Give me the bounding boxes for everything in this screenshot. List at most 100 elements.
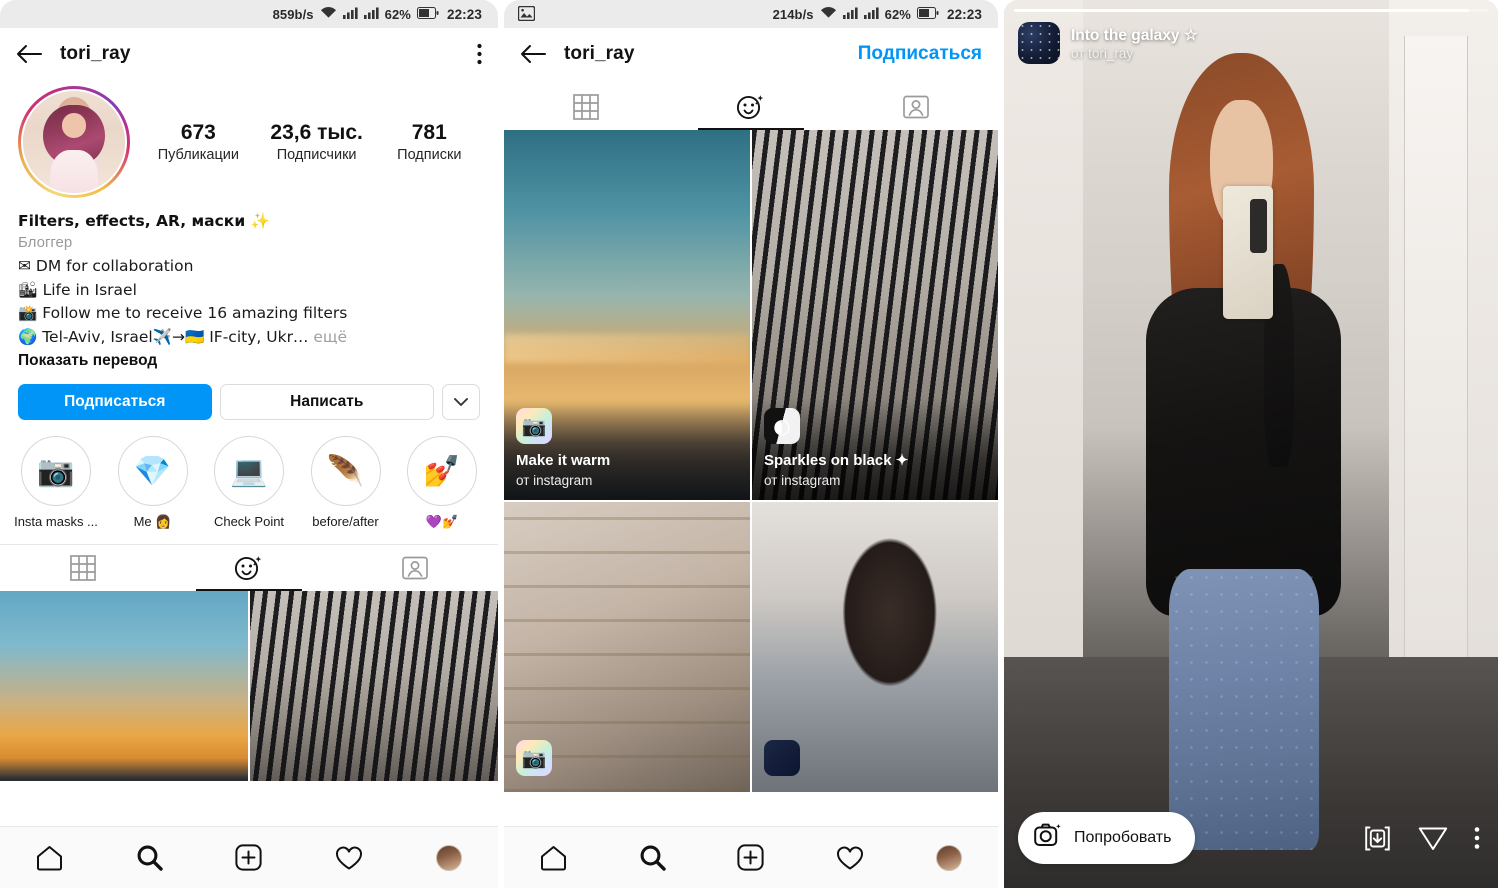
tab-grid[interactable] (0, 545, 166, 591)
tab-grid[interactable] (504, 84, 669, 130)
wifi-icon (320, 6, 337, 22)
signal-bars-icon-1 (342, 7, 358, 22)
subject-phone (1223, 186, 1274, 319)
avatar-face (61, 113, 87, 138)
status-bar-mid: 214b/s 62% 22:23 (504, 0, 998, 28)
profile-avatar[interactable] (936, 844, 963, 871)
stat-following-value: 781 (411, 121, 447, 145)
arrow-left-icon[interactable] (16, 43, 42, 65)
heart-icon[interactable] (335, 845, 363, 871)
highlight-item[interactable]: 📷 Insta masks ... (12, 436, 100, 530)
page-title: tori_ray (564, 43, 635, 64)
signal-bars-icon-2 (863, 7, 879, 22)
avatar[interactable] (18, 86, 130, 198)
tab-tagged[interactable] (833, 84, 998, 130)
chevron-down-icon[interactable] (442, 384, 480, 421)
profile-actions: Подписаться Написать (0, 370, 498, 421)
story-highlights: 📷 Insta masks ... 💎 Me 👩 💻 Check Point 🪶… (0, 420, 498, 530)
subject-top (1146, 287, 1342, 616)
tab-effects[interactable] (669, 84, 834, 130)
bottom-nav-left (0, 826, 498, 888)
effect-thumbnail-icon: 📷 (516, 740, 552, 776)
stat-followers-label: Подписчики (276, 146, 357, 163)
effect-thumbnail-icon: ◐ (764, 408, 800, 445)
profile-header: 673 Публикации 23,6 тыс. Подписчики 781 … (0, 80, 498, 198)
profile-tabs-left (0, 544, 498, 592)
highlight-item[interactable]: 🪶 before/after (302, 436, 390, 530)
effect-thumbnail-icon: 📷 (516, 408, 552, 445)
bio-line-2: 🏙 Life in Israel (18, 280, 137, 299)
effect-card-overlay: ◐ Sparkles on black ✦ от instagram (752, 398, 998, 500)
three-dots-vertical-icon[interactable] (477, 43, 482, 65)
highlight-label: Check Point (213, 514, 285, 530)
bio-line-4: 🌍 Tel-Aviv, Israel✈️→🇺🇦 IF-city, Ukr… ещ… (18, 326, 480, 350)
tab-tagged[interactable] (332, 545, 498, 591)
search-icon[interactable] (639, 844, 666, 871)
effect-card[interactable]: 📷 (504, 502, 750, 792)
home-icon[interactable] (36, 845, 63, 871)
save-icon[interactable] (1363, 825, 1392, 852)
phone-panel-profile: 859b/s 62% 22:23 tori_ray 673 Публикации… (0, 0, 498, 888)
tab-effects[interactable] (166, 545, 332, 592)
story-viewer[interactable]: Into the galaxy ☆ от tori_ray Попробоват… (1004, 0, 1498, 888)
avatar-image (21, 89, 127, 195)
search-icon[interactable] (136, 844, 163, 871)
profile-stats: 673 Публикации 23,6 тыс. Подписчики 781 … (130, 121, 480, 162)
battery-percent: 62% (384, 6, 411, 22)
highlight-label: 💜💅 (425, 514, 459, 530)
profile-avatar[interactable] (435, 844, 462, 871)
grid-cell[interactable] (250, 591, 498, 782)
bio-more-link[interactable]: ещё (308, 328, 347, 346)
effect-title: Make it warm (516, 452, 611, 470)
add-post-icon[interactable] (235, 844, 263, 871)
image-notification-icon (517, 5, 536, 24)
effect-card[interactable]: 📷 Make it warm от instagram (504, 130, 750, 500)
arrow-left-icon[interactable] (520, 43, 546, 65)
stat-followers[interactable]: 23,6 тыс. Подписчики (270, 121, 362, 162)
status-bar-left: 859b/s 62% 22:23 (0, 0, 498, 28)
show-translation-link[interactable]: Показать перевод (18, 352, 480, 370)
highlight-item[interactable]: 💅 💜💅 (398, 436, 486, 530)
app-bar-left: tori_ray (0, 28, 498, 80)
phone-panel-story: Into the galaxy ☆ от tori_ray Попробоват… (1004, 0, 1498, 888)
highlight-item[interactable]: 💻 Check Point (205, 436, 293, 530)
battery-percent: 62% (884, 6, 911, 22)
bio-line-1: ✉ DM for collaboration (18, 256, 194, 275)
highlight-item[interactable]: 💎 Me 👩 (109, 436, 197, 530)
story-footer: Попробовать (1018, 812, 1484, 864)
stat-posts-value: 673 (180, 121, 216, 145)
clock: 22:23 (446, 6, 482, 22)
story-door (1404, 35, 1469, 693)
highlight-cover-icon: 🪶 (310, 436, 381, 507)
effect-author: от instagram (764, 473, 841, 488)
add-post-icon[interactable] (737, 844, 765, 871)
bio-display-name: Filters, effects, AR, маски ✨ (18, 212, 270, 230)
effect-card[interactable]: ◐ Sparkles on black ✦ от instagram (752, 130, 998, 500)
story-progress-bar (1014, 9, 1488, 12)
network-speed: 859b/s (272, 6, 314, 22)
follow-button[interactable]: Подписаться (18, 384, 212, 421)
follow-link[interactable]: Подписаться (858, 43, 982, 65)
galaxy-thumbnail[interactable] (1018, 22, 1060, 64)
heart-icon[interactable] (836, 845, 864, 871)
clock: 22:23 (946, 6, 982, 22)
send-paper-plane-icon[interactable] (1418, 825, 1448, 852)
page-title: tori_ray (60, 43, 131, 64)
effects-grid-left (0, 591, 498, 782)
profile-bio: Filters, effects, AR, маски ✨ Блоггер ✉ … (0, 198, 498, 370)
signal-bars-icon-1 (842, 7, 858, 22)
story-subject (1132, 53, 1359, 851)
story-effect-author: от tori_ray (1071, 45, 1134, 61)
story-effect-title: Into the galaxy ☆ (1071, 26, 1198, 44)
home-icon[interactable] (540, 845, 567, 871)
three-dots-vertical-icon[interactable] (1474, 826, 1480, 850)
stat-posts[interactable]: 673 Публикации (158, 121, 239, 162)
highlight-label: Insta masks ... (14, 514, 98, 530)
highlight-cover-icon: 📷 (21, 436, 91, 507)
stat-following[interactable]: 781 Подписки (394, 121, 464, 162)
stat-following-label: Подписки (397, 146, 462, 163)
try-effect-button[interactable]: Попробовать (1018, 812, 1196, 864)
grid-cell[interactable] (0, 591, 248, 782)
message-button[interactable]: Написать (219, 384, 434, 421)
effect-card[interactable] (752, 502, 998, 792)
